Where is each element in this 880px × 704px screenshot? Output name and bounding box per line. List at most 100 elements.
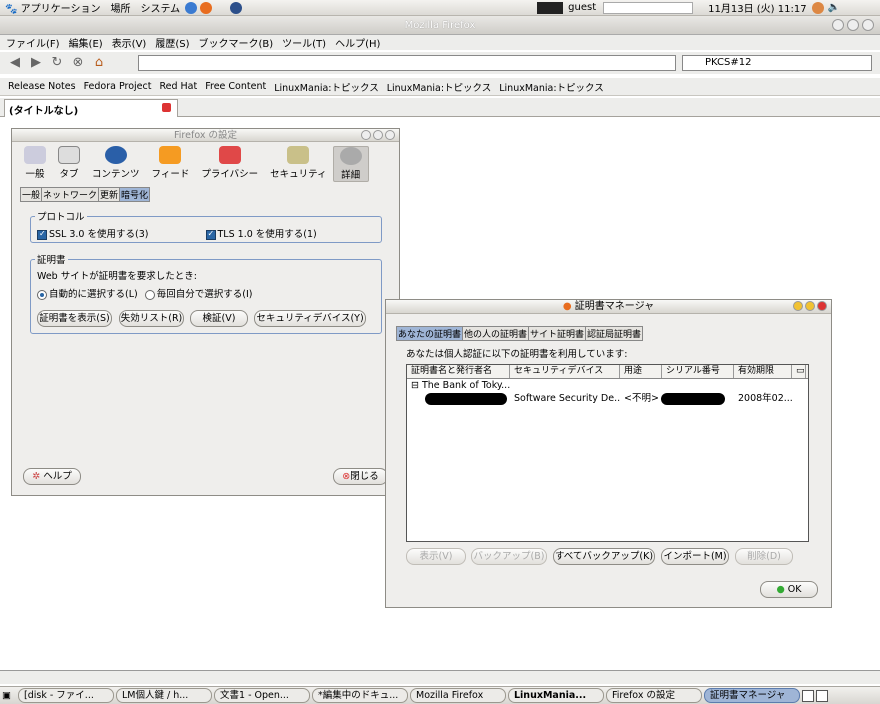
workspace-1[interactable] — [802, 689, 814, 702]
close-button[interactable] — [385, 130, 395, 140]
system-menu[interactable]: システム — [135, 0, 185, 15]
taskbar-item[interactable]: 証明書マネージャ — [704, 688, 800, 703]
certificate-table[interactable]: 証明書名と発行者名 セキュリティデバイス 用途 シリアル番号 有効期限 ▭ ⊟ … — [406, 364, 809, 542]
taskbar-item[interactable]: *編集中のドキュ... — [312, 688, 408, 703]
certificates-legend: 証明書 — [37, 255, 66, 266]
import-button[interactable]: インポート(M) — [661, 548, 729, 565]
bookmark-item[interactable]: Free Content — [205, 81, 266, 92]
backup-button[interactable]: バックアップ(B) — [471, 548, 547, 565]
browser-title: Mozilla Firefox — [404, 20, 476, 31]
verify-button[interactable]: 検証(V) — [190, 310, 248, 327]
close-button[interactable] — [862, 19, 874, 31]
taskbar-item[interactable]: 文書1 - Open... — [214, 688, 310, 703]
menu-bookmarks[interactable]: ブックマーク(B) — [199, 35, 274, 50]
security-devices-button[interactable]: セキュリティデバイス(Y) — [254, 310, 366, 327]
minimize-button[interactable] — [361, 130, 371, 140]
search-input[interactable]: PKCS#12 — [682, 55, 872, 71]
network-icon[interactable] — [230, 1, 243, 14]
backup-all-button[interactable]: すべてバックアップ(K) — [553, 548, 655, 565]
tls-checkbox[interactable]: TLS 1.0 を使用する(1) — [205, 229, 317, 240]
general-icon — [24, 146, 46, 164]
clock[interactable]: 11月13日 (火) 11:17 — [703, 0, 811, 15]
table-row[interactable]: Software Security De... <不明> 2008年02... — [407, 392, 808, 405]
tray-icon[interactable] — [811, 1, 824, 14]
revocation-lists-button[interactable]: 失効リスト(R) — [119, 310, 184, 327]
maximize-button[interactable] — [805, 301, 815, 311]
home-icon[interactable]: ⌂ — [90, 55, 108, 71]
bookmark-item[interactable]: LinuxMania:トピックス — [499, 80, 604, 94]
column-header[interactable]: 有効期限 — [734, 365, 792, 378]
firefox-launcher-icon[interactable] — [200, 1, 213, 14]
protocol-group: プロトコル SSL 3.0 を使用する(3) TLS 1.0 を使用する(1) — [30, 209, 382, 243]
column-header[interactable]: 証明書名と発行者名 — [407, 365, 510, 378]
ssl-checkbox[interactable]: SSL 3.0 を使用する(3) — [37, 229, 148, 240]
pane-privacy[interactable]: プライバシー — [195, 146, 264, 182]
url-input[interactable] — [138, 55, 676, 71]
minimize-button[interactable] — [832, 19, 844, 31]
tab-authority-certs[interactable]: 認証局証明書 — [585, 326, 644, 341]
subtab-update[interactable]: 更新 — [98, 187, 121, 202]
reload-icon[interactable]: ↻ — [48, 55, 66, 71]
taskbar-item[interactable]: [disk - ファイ... — [18, 688, 114, 703]
bookmark-item[interactable]: LinuxMania:トピックス — [387, 80, 492, 94]
subtab-encryption[interactable]: 暗号化 — [119, 187, 151, 202]
workspace-2[interactable] — [816, 689, 828, 702]
minimize-button[interactable] — [793, 301, 803, 311]
column-header[interactable]: 用途 — [620, 365, 662, 378]
pane-tabs[interactable]: タブ — [52, 146, 86, 182]
back-icon[interactable]: ◀ — [6, 55, 24, 71]
pane-advanced[interactable]: 詳細 — [332, 146, 369, 182]
menu-history[interactable]: 履歴(S) — [155, 35, 189, 50]
taskbar-item[interactable]: LinuxMania... — [508, 688, 604, 703]
maximize-button[interactable] — [373, 130, 383, 140]
bookmark-item[interactable]: Fedora Project — [84, 81, 152, 92]
taskbar-item[interactable]: Mozilla Firefox — [410, 688, 506, 703]
ok-button[interactable]: ● OK — [760, 581, 818, 598]
launcher-icon[interactable] — [185, 1, 198, 14]
taskbar-item[interactable]: Firefox の設定 — [606, 688, 702, 703]
close-tab-icon[interactable] — [162, 103, 171, 112]
auto-select-radio[interactable]: 自動的に選択する(L) — [37, 289, 138, 300]
subtab-network[interactable]: ネットワーク — [41, 187, 100, 202]
user-name[interactable]: guest — [563, 2, 601, 13]
pane-feeds[interactable]: フィード — [146, 146, 196, 182]
subtab-general[interactable]: 一般 — [20, 187, 43, 202]
search-applet[interactable] — [603, 1, 694, 14]
close-dialog-button[interactable]: ⊗閉じる — [333, 468, 388, 485]
cert-title-bar: ● 証明書マネージャ — [386, 300, 831, 314]
menu-help[interactable]: ヘルプ(H) — [335, 35, 380, 50]
view-certificates-button[interactable]: 証明書を表示(S) — [37, 310, 112, 327]
menu-edit[interactable]: 編集(E) — [69, 35, 103, 50]
delete-button[interactable]: 削除(D) — [735, 548, 793, 565]
menu-view[interactable]: 表示(V) — [112, 35, 147, 50]
column-picker-icon[interactable]: ▭ — [792, 365, 806, 378]
menu-tools[interactable]: ツール(T) — [282, 35, 326, 50]
pane-security[interactable]: セキュリティ — [264, 146, 332, 182]
close-button[interactable] — [817, 301, 827, 311]
bookmark-item[interactable]: LinuxMania:トピックス — [274, 80, 379, 94]
taskbar-item[interactable]: LM個人鍵 / h... — [116, 688, 212, 703]
apps-menu[interactable]: 🐾 アプリケーション — [0, 0, 105, 15]
bookmark-item[interactable]: Release Notes — [8, 81, 76, 92]
pane-general[interactable]: 一般 — [18, 146, 52, 182]
forward-icon[interactable]: ▶ — [27, 55, 45, 71]
table-row[interactable]: ⊟ The Bank of Toky... — [407, 379, 808, 392]
browser-title-bar: Mozilla Firefox — [0, 16, 880, 35]
pane-content[interactable]: コンテンツ — [86, 146, 146, 182]
stop-icon[interactable]: ⊗ — [69, 55, 87, 71]
menu-file[interactable]: ファイル(F) — [6, 35, 60, 50]
column-header[interactable]: シリアル番号 — [662, 365, 734, 378]
column-header[interactable]: セキュリティデバイス — [510, 365, 620, 378]
tab-others-certs[interactable]: 他の人の証明書 — [462, 326, 530, 341]
volume-icon[interactable]: 🔈 — [828, 2, 840, 13]
browser-tab[interactable]: (タイトルなし) — [4, 99, 178, 117]
ask-every-time-radio[interactable]: 毎回自分で選択する(I) — [144, 289, 252, 300]
maximize-button[interactable] — [847, 19, 859, 31]
bookmark-item[interactable]: Red Hat — [159, 81, 197, 92]
view-button[interactable]: 表示(V) — [406, 548, 466, 565]
tab-your-certs[interactable]: あなたの証明書 — [396, 326, 464, 341]
help-button[interactable]: ✲ ヘルプ — [23, 468, 81, 485]
tab-site-certs[interactable]: サイト証明書 — [528, 326, 587, 341]
show-desktop-icon[interactable]: ▣ — [2, 690, 16, 701]
places-menu[interactable]: 場所 — [105, 0, 135, 15]
